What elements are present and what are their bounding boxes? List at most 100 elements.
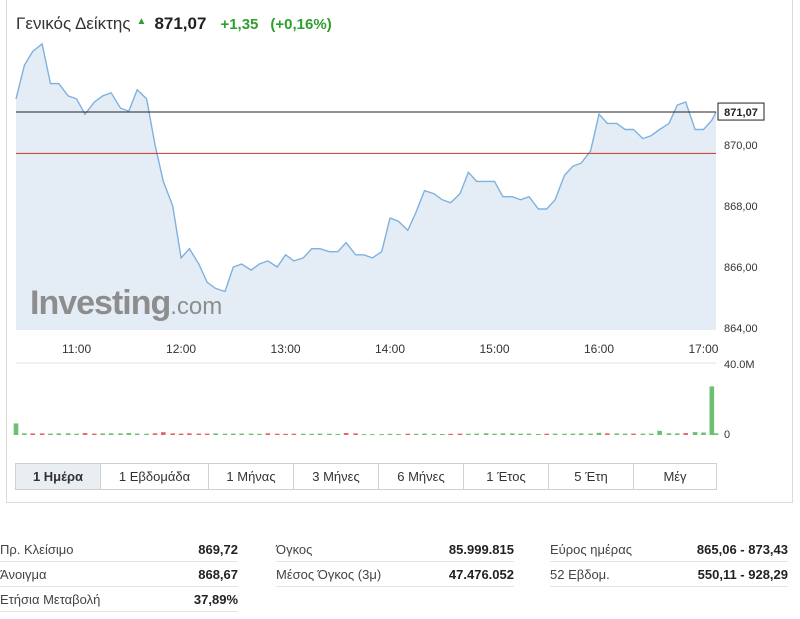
volume-bar <box>518 433 523 435</box>
volume-bar <box>353 433 358 435</box>
volume-bar <box>379 434 384 436</box>
volume-bar <box>65 433 71 435</box>
period-tab[interactable]: 6 Μήνες <box>379 464 464 489</box>
volume-bar <box>291 433 297 435</box>
volume-bar <box>526 433 532 435</box>
volume-bar <box>492 433 497 435</box>
volume-bar <box>370 434 375 436</box>
volume-bar <box>578 433 584 435</box>
stat-row: Όγκος 85.999.815 <box>276 538 514 562</box>
volume-bar <box>666 433 672 435</box>
period-tab[interactable]: 5 Έτη <box>549 464 634 489</box>
period-tab[interactable]: 1 Εβδομάδα <box>101 464 209 489</box>
volume-bar <box>448 433 453 435</box>
volume-bar <box>56 433 62 435</box>
volume-bar <box>144 433 149 435</box>
volume-bar <box>657 430 662 435</box>
volume-bar <box>631 433 636 435</box>
volume-bar <box>675 433 680 435</box>
volume-bar <box>222 433 228 435</box>
volume-bar <box>30 433 35 435</box>
volume-bar <box>213 433 218 435</box>
logo-text-light: .com <box>170 293 223 320</box>
stat-row: Πρ. Κλείσιμο 869,72 <box>0 538 238 562</box>
volume-bar <box>343 433 349 435</box>
last-price-label: 871,07 <box>724 107 758 119</box>
period-tab[interactable]: 1 Έτος <box>464 464 549 489</box>
volume-bar <box>317 433 323 435</box>
stat-label: Εύρος ημέρας <box>550 542 632 557</box>
volume-bar <box>134 433 140 435</box>
volume-bar <box>713 433 719 435</box>
volume-bar <box>335 434 341 435</box>
volume-bar <box>161 432 166 435</box>
stat-label: Άνοιγμα <box>0 567 47 582</box>
investing-logo: Investing.com <box>30 284 222 323</box>
volume-bar <box>309 433 314 435</box>
volume-bar <box>500 433 506 435</box>
volume-bar <box>709 386 715 435</box>
volume-bar <box>440 434 445 435</box>
volume-bar <box>387 433 393 435</box>
volume-bar <box>170 433 175 435</box>
period-tabs: 1 Ημέρα 1 Εβδομάδα 1 Μήνας 3 Μήνες 6 Μήνες 1 … <box>15 463 717 490</box>
volume-bar <box>248 433 254 435</box>
volume-bar <box>544 433 549 435</box>
volume-bar <box>108 433 114 435</box>
period-tab[interactable]: Μέγ <box>634 464 716 489</box>
volume-bar <box>605 433 610 435</box>
volume-bar <box>265 433 271 435</box>
volume-bar <box>396 434 401 435</box>
y-tick-label: 868,00 <box>724 201 758 213</box>
stat-value: 47.476.052 <box>448 567 514 582</box>
logo-text-bold: Investing <box>30 284 171 322</box>
volume-bar <box>466 433 471 435</box>
volume-bar <box>283 433 288 435</box>
volume-bar <box>510 433 515 435</box>
x-tick-label: 14:00 <box>375 342 405 356</box>
volume-y-tick-label: 0 <box>724 429 730 441</box>
stat-value: 550,11 - 928,29 <box>697 567 788 582</box>
volume-bar <box>13 423 19 435</box>
volume-bar <box>22 433 27 435</box>
volume-bar <box>431 433 437 435</box>
volume-bar <box>257 433 262 435</box>
volume-bar <box>361 434 367 436</box>
volume-bar <box>570 433 576 435</box>
stat-value: 37,89% <box>193 592 238 607</box>
volume-bar <box>413 433 419 435</box>
volume-bar <box>648 433 654 435</box>
volume-bar <box>100 433 105 435</box>
volume-bar <box>152 433 158 435</box>
volume-bar <box>405 433 411 435</box>
x-tick-label: 12:00 <box>166 342 196 356</box>
y-tick-label: 870,00 <box>724 140 758 152</box>
volume-bar <box>39 433 45 435</box>
x-tick-label: 15:00 <box>479 342 509 356</box>
y-tick-label: 864,00 <box>724 323 758 335</box>
stat-row: Άνοιγμα 868,67 <box>0 563 238 587</box>
volume-bar <box>640 433 646 435</box>
stat-value: 869,72 <box>198 542 238 557</box>
volume-bar <box>178 433 184 435</box>
volume-bar <box>683 433 688 435</box>
period-tab[interactable]: 3 Μήνες <box>294 464 379 489</box>
volume-bar <box>48 433 53 435</box>
volume-bar <box>204 433 210 435</box>
volume-bar <box>422 433 427 435</box>
stat-label: 52 Εβδομ. <box>550 567 610 582</box>
stat-value: 868,67 <box>198 567 238 582</box>
period-tab[interactable]: 1 Ημέρα <box>16 464 101 489</box>
volume-bar <box>118 433 123 435</box>
volume-y-tick-label: 40.0M <box>724 359 755 371</box>
volume-bar <box>596 432 602 435</box>
stat-label: Πρ. Κλείσιμο <box>0 542 74 557</box>
stat-label: Ετήσια Μεταβολή <box>0 592 101 607</box>
period-tab[interactable]: 1 Μήνας <box>209 464 294 489</box>
x-tick-label: 17:00 <box>688 342 718 356</box>
volume-bar <box>692 432 698 435</box>
volume-bar <box>82 433 88 435</box>
volume-bar <box>92 433 97 435</box>
volume-bar <box>196 433 202 435</box>
stat-row: 52 Εβδομ. 550,11 - 928,29 <box>550 563 788 587</box>
